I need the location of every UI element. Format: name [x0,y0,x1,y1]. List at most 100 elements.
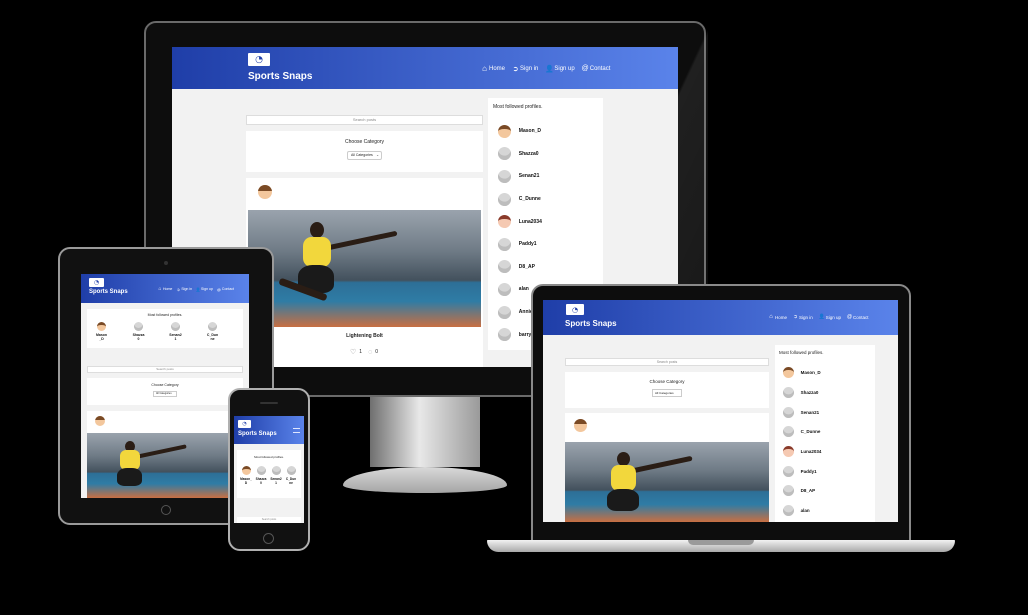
search-input[interactable]: Search posts [87,366,243,373]
avatar-default-icon[interactable] [171,322,180,331]
search-input[interactable]: Search posts [237,517,301,523]
avatar-default-icon[interactable] [271,466,281,475]
avatar-default-icon[interactable] [498,169,511,183]
avatar-default-icon[interactable] [208,322,217,331]
post-author-avatar[interactable] [258,185,272,199]
contact-icon: @ [581,65,589,72]
post-card [565,413,769,522]
site-logo[interactable]: ◔ [238,420,251,428]
avatar-default-icon[interactable] [498,237,511,251]
nav-sign-up[interactable]: 👤 Sign up [818,314,841,320]
profile-item[interactable]: Mason_D [240,466,252,485]
brand-name[interactable]: Sports Snaps [248,71,312,82]
avatar-default-icon[interactable] [286,466,296,475]
profile-item[interactable]: Senan21 [270,466,282,485]
profile-item[interactable]: D8_AP [498,256,542,279]
nav-sign-up[interactable]: 👤 Sign up [195,287,213,292]
profile-item[interactable]: Mason_D [498,120,542,143]
avatar-default-icon[interactable] [134,322,143,331]
profile-item[interactable]: alan [783,501,821,521]
profile-item[interactable]: Shazza0 [783,383,821,403]
nav-home-label: Home [775,314,788,320]
avatar-male-icon[interactable] [498,124,511,138]
search-input[interactable]: Search posts [565,358,769,366]
phone-home-button[interactable] [263,533,274,544]
profile-name: C_Dunne [285,477,297,485]
nav-home[interactable]: ⌂ Home [157,286,172,292]
profile-item[interactable]: C_Dunne [285,466,297,485]
brand-name[interactable]: Sports Snaps [238,431,277,437]
comment-icon[interactable]: ◌ [368,349,372,356]
hamburger-icon[interactable] [293,428,300,433]
profile-item[interactable]: Mason_D [783,363,821,383]
home-icon: ⌂ [482,64,487,73]
search-input[interactable]: Search posts [246,115,483,125]
category-title: Choose Category [151,383,179,387]
post-image[interactable] [565,442,769,522]
profile-item[interactable]: C_Dunne [498,188,542,211]
avatar-default-icon[interactable] [498,192,511,206]
profile-item[interactable]: Senan21 [498,165,542,188]
nav-contact[interactable]: @ Contact [846,314,869,320]
avatar-default-icon[interactable] [783,505,794,517]
avatar-default-icon[interactable] [498,260,511,274]
site-logo[interactable]: ◔ [89,278,104,287]
nav-sign-in-label: Sign in [181,287,193,291]
profile-item[interactable]: Paddy1 [783,461,821,481]
nav-contact[interactable]: @ Contact [216,287,234,292]
avatar-default-icon[interactable] [498,305,511,319]
profile-item[interactable]: C_Dunne [783,422,821,442]
tablet-home-button[interactable] [161,505,171,515]
category-select[interactable]: All Categories [652,389,682,397]
avatar-default-icon[interactable] [498,282,511,296]
profile-name: Senan21 [270,477,282,485]
profile-item[interactable]: Shazza0 [498,143,542,166]
avatar-default-icon[interactable] [783,387,794,399]
nav-home[interactable]: ⌂ Home [767,314,787,320]
profile-item[interactable]: Mason_D [95,322,108,341]
site-logo[interactable]: ◔ [248,53,270,66]
nav-sign-in[interactable]: ➲ Sign in [511,65,539,73]
profile-item[interactable]: C_Dunne [206,322,219,341]
avatar-default-icon[interactable] [783,465,794,477]
profile-name: Shazza0 [800,390,819,396]
avatar-male-icon[interactable] [97,322,106,331]
profile-item[interactable]: Senan21 [783,402,821,422]
avatar-male-icon[interactable] [783,367,794,379]
profile-item[interactable]: Shazza0 [132,322,145,341]
category-select[interactable]: All Categories ⌄ [347,151,382,160]
avatar-female-icon[interactable] [498,215,511,229]
profile-item[interactable]: D8_AP [783,481,821,501]
nav-sign-in[interactable]: ➲ Sign in [175,287,192,292]
runner-head [310,222,324,238]
brand-name[interactable]: Sports Snaps [565,319,617,328]
brand-name[interactable]: Sports Snaps [89,289,128,295]
profile-item[interactable]: Paddy1 [498,233,542,256]
profile-item[interactable]: Senan21 [169,322,182,341]
post-author-avatar[interactable] [574,419,587,432]
post-image[interactable] [87,433,243,498]
likes-count: 1 [359,349,363,355]
avatar-default-icon[interactable] [498,328,511,342]
post-image[interactable] [248,210,481,327]
nav-sign-up[interactable]: 👤 Sign up [544,65,575,73]
profile-item[interactable]: Shazza0 [255,466,267,485]
post-author-avatar[interactable] [95,416,105,426]
profile-item[interactable]: Luna2034 [783,442,821,462]
post-title[interactable]: Lightening Bolt [246,333,483,339]
avatar-default-icon[interactable] [256,466,266,475]
avatar-default-icon[interactable] [783,426,794,438]
category-select[interactable]: All Categories [153,391,177,397]
avatar-male-icon[interactable] [241,466,251,475]
heart-icon[interactable]: ♡ [350,348,356,356]
contact-icon: @ [847,314,853,320]
avatar-default-icon[interactable] [783,406,794,418]
nav-sign-in[interactable]: ➲ Sign in [792,314,812,320]
nav-home[interactable]: ⌂ Home [480,64,505,73]
profile-item[interactable]: Luna2034 [498,210,542,233]
avatar-default-icon[interactable] [783,485,794,497]
site-logo[interactable]: ◔ [566,304,584,315]
avatar-female-icon[interactable] [783,446,794,458]
nav-contact[interactable]: @ Contact [581,65,611,72]
avatar-default-icon[interactable] [498,147,511,161]
